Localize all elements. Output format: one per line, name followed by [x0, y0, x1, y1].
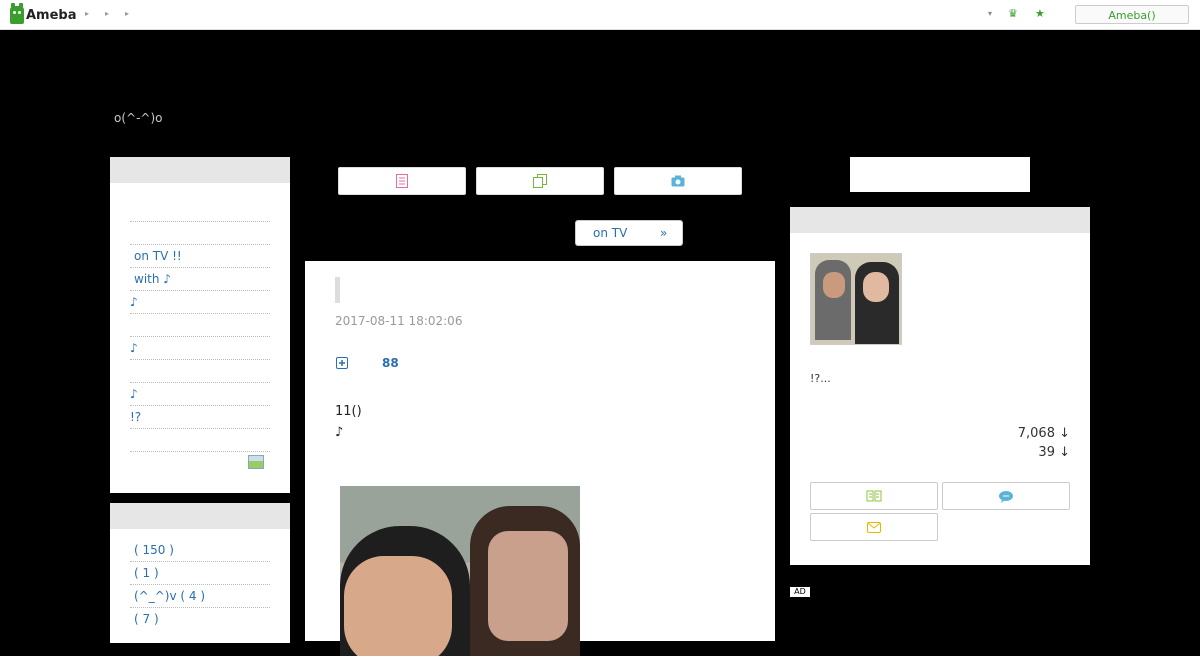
mail-icon — [867, 521, 881, 533]
archive-list: ( 150 ) ( 1 ) (^_^)v ( 4 ) ( 7 ) — [130, 539, 270, 630]
reblog-icon[interactable] — [336, 357, 348, 369]
book-icon — [866, 490, 882, 502]
profile-panel: !?... 7,068 ↓ 39 ↓ — [790, 207, 1090, 565]
list-item[interactable]: (^_^)v ( 4 ) — [130, 584, 270, 607]
top-navigation-bar: Ameba ▸ ▸ ▸ ▾ ♛ ★ Ameba() — [0, 0, 1200, 30]
next-entry-link[interactable]: on TV — [593, 226, 627, 240]
list-item[interactable]: ♪ — [130, 336, 270, 359]
sidebar-box-header — [110, 157, 290, 183]
dropdown-arrow-icon[interactable]: ▾ — [988, 9, 992, 18]
rss-feed-icon[interactable] — [248, 455, 264, 469]
list-item[interactable]: ( 7 ) — [130, 607, 270, 630]
list-item[interactable]: ( 1 ) — [130, 561, 270, 584]
list-item[interactable]: !? — [130, 405, 270, 428]
profile-panel-header — [790, 207, 1090, 233]
breadcrumb-arrow[interactable]: ▸ — [85, 9, 89, 18]
ameba-login-button[interactable]: Ameba() — [1075, 5, 1189, 24]
profile-intro: !?... — [810, 372, 831, 385]
pixelated-face — [488, 531, 568, 641]
list-item[interactable]: on TV !! — [130, 244, 270, 267]
mail-button[interactable] — [810, 513, 938, 541]
chat-bubble-icon — [999, 490, 1013, 503]
entry-text: 11() — [335, 404, 362, 419]
read-blog-button[interactable] — [810, 482, 938, 510]
list-item[interactable] — [130, 359, 270, 382]
tab-photos[interactable] — [614, 167, 742, 195]
entry-text: ♪ — [335, 425, 344, 440]
list-item[interactable]: with ♪ — [130, 267, 270, 290]
ameba-logo-icon — [10, 3, 24, 24]
camera-icon — [671, 175, 685, 187]
follower-count[interactable]: 39 ↓ — [1038, 445, 1070, 460]
breadcrumb-arrow[interactable]: ▸ — [125, 9, 129, 18]
blog-title[interactable]: o(^-^)o — [114, 111, 163, 125]
theme-list: on TV !! with ♪ ♪ ♪ ♪ !? — [130, 221, 270, 452]
profile-header-box — [850, 157, 1030, 192]
entry-photo[interactable] — [340, 486, 580, 656]
brand-name: Ameba — [26, 7, 77, 23]
crown-icon[interactable]: ♛ — [1008, 7, 1018, 20]
document-list-icon — [396, 174, 408, 188]
tab-pages[interactable] — [476, 167, 604, 195]
entry-date: 2017-08-11 18:02:06 — [335, 314, 463, 328]
copy-pages-icon — [533, 174, 547, 188]
list-item[interactable]: ♪ — [130, 382, 270, 405]
profile-image[interactable] — [810, 253, 902, 345]
reader-count[interactable]: 7,068 ↓ — [1018, 426, 1070, 441]
message-button[interactable] — [942, 482, 1070, 510]
title-marker — [335, 277, 340, 303]
ad-label: AD — [790, 587, 810, 597]
reblog-count[interactable]: 88 — [382, 356, 399, 370]
sidebar-box: ( 150 ) ( 1 ) (^_^)v ( 4 ) ( 7 ) — [110, 503, 290, 643]
breadcrumb-arrow[interactable]: ▸ — [105, 9, 109, 18]
ameba-logo[interactable]: Ameba — [10, 3, 77, 25]
entry-pager: on TV » — [575, 220, 683, 246]
star-icon[interactable]: ★ — [1035, 7, 1045, 20]
face-shape — [344, 556, 452, 656]
list-item[interactable] — [130, 428, 270, 452]
list-item[interactable]: ( 150 ) — [130, 539, 270, 561]
list-item[interactable] — [130, 313, 270, 336]
next-arrow[interactable]: » — [660, 226, 667, 240]
list-item[interactable] — [130, 221, 270, 244]
article-card: 2017-08-11 18:02:06 88 11() ♪ — [305, 261, 775, 656]
sidebar-box: on TV !! with ♪ ♪ ♪ ♪ !? — [110, 157, 290, 493]
tab-entry-list[interactable] — [338, 167, 466, 195]
list-item[interactable]: ♪ — [130, 290, 270, 313]
sidebar-box-header — [110, 503, 290, 529]
